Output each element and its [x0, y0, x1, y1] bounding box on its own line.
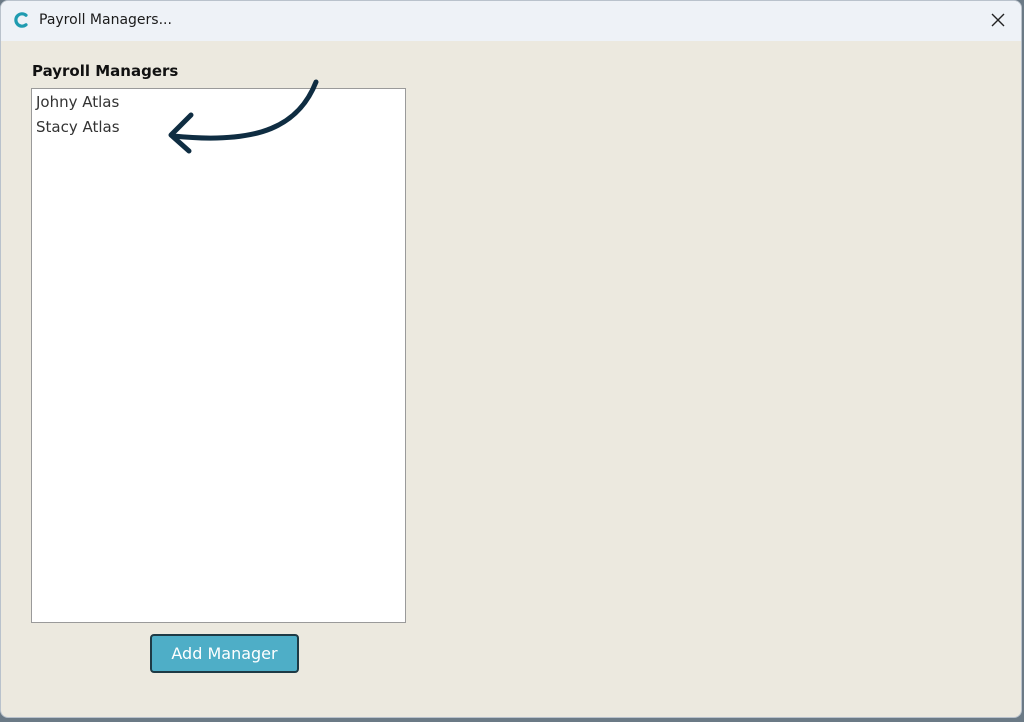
close-button[interactable] [975, 1, 1021, 39]
window-title: Payroll Managers... [39, 12, 172, 28]
manager-list-item[interactable]: Stacy Atlas [36, 118, 120, 136]
close-icon[interactable] [991, 13, 1005, 27]
section-label: Payroll Managers [32, 62, 179, 80]
payroll-managers-window: Payroll Managers... Payroll Managers Joh… [0, 0, 1022, 718]
managers-listbox[interactable]: Johny Atlas Stacy Atlas [31, 88, 406, 623]
app-logo-icon [14, 12, 28, 28]
title-bar: Payroll Managers... [1, 1, 1021, 41]
add-manager-button[interactable]: Add Manager [150, 634, 299, 673]
manager-list-item[interactable]: Johny Atlas [36, 93, 119, 111]
